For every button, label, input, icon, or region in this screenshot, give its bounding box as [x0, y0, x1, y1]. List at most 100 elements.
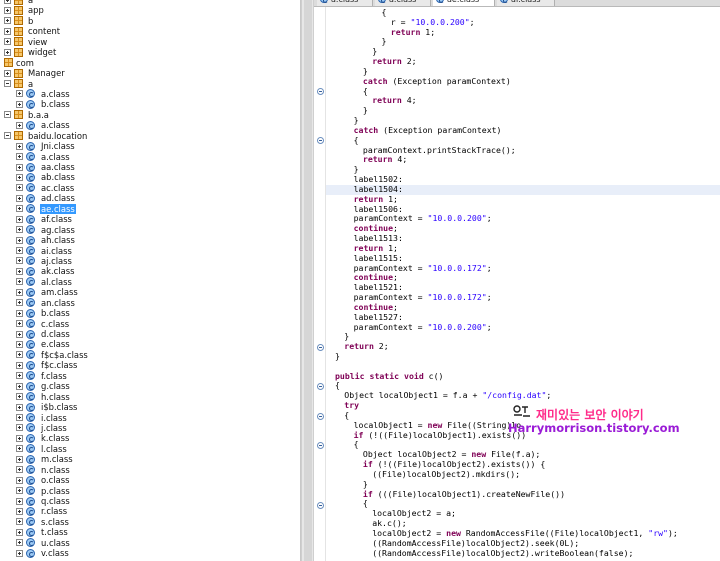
tree-item[interactable]: view [0, 37, 300, 47]
code-editor[interactable]: a.classa.classae.classaf.class {r = "10.… [314, 0, 720, 561]
expand-icon[interactable] [16, 340, 23, 348]
expand-icon[interactable] [16, 466, 23, 474]
tree-item[interactable]: al.class [0, 277, 300, 287]
tree-item[interactable]: an.class [0, 298, 300, 308]
tree-item[interactable]: a.class [0, 152, 300, 162]
tree-item[interactable]: widget [0, 47, 300, 57]
expand-icon[interactable] [16, 476, 23, 484]
expand-icon[interactable] [16, 184, 23, 192]
tree-scrollbar-thumb[interactable] [304, 0, 312, 561]
tree-item[interactable]: i.class [0, 413, 300, 423]
tree-item[interactable]: f$c$a.class [0, 350, 300, 360]
expand-icon[interactable] [16, 288, 23, 296]
expand-icon[interactable] [16, 361, 23, 369]
expand-icon[interactable] [16, 487, 23, 495]
expand-icon[interactable] [16, 539, 23, 547]
tree-item[interactable]: baidu.location [0, 131, 300, 141]
tree-item[interactable]: app [0, 5, 300, 15]
fold-toggle-icon[interactable] [317, 383, 324, 391]
expand-icon[interactable] [16, 142, 23, 150]
expand-icon[interactable] [16, 153, 23, 161]
expand-icon[interactable] [16, 90, 23, 98]
tree-item[interactable]: ai.class [0, 246, 300, 256]
tree-item[interactable]: aj.class [0, 256, 300, 266]
fold-toggle-icon[interactable] [317, 501, 324, 509]
tree-item[interactable]: d.class [0, 329, 300, 339]
expand-icon[interactable] [16, 100, 23, 108]
expand-icon[interactable] [16, 320, 23, 328]
tree-item[interactable]: p.class [0, 486, 300, 496]
tree-item[interactable]: c.class [0, 319, 300, 329]
tree-item[interactable]: ab.class [0, 172, 300, 182]
tree-item[interactable]: ad.class [0, 193, 300, 203]
expand-icon[interactable] [16, 455, 23, 463]
tree-item[interactable]: ag.class [0, 225, 300, 235]
expand-icon[interactable] [4, 6, 11, 14]
expand-icon[interactable] [16, 299, 23, 307]
expand-icon[interactable] [16, 330, 23, 338]
tree-item[interactable]: f.class [0, 371, 300, 381]
expand-icon[interactable] [4, 48, 11, 56]
tree-item[interactable]: ae.class [0, 203, 300, 215]
tree-item[interactable]: a.class [0, 89, 300, 99]
tree-item[interactable]: t.class [0, 527, 300, 537]
fold-toggle-icon[interactable] [317, 88, 324, 96]
tree-item[interactable]: m.class [0, 454, 300, 464]
collapse-icon[interactable] [4, 132, 11, 140]
expand-icon[interactable] [16, 205, 23, 213]
tree-item[interactable]: s.class [0, 517, 300, 527]
expand-icon[interactable] [16, 257, 23, 265]
tree-item[interactable]: f$c.class [0, 360, 300, 370]
expand-icon[interactable] [16, 226, 23, 234]
expand-icon[interactable] [16, 445, 23, 453]
fold-toggle-icon[interactable] [317, 412, 324, 420]
expand-icon[interactable] [16, 309, 23, 317]
tree-item[interactable]: l.class [0, 444, 300, 454]
expand-icon[interactable] [4, 38, 11, 46]
tree-item[interactable]: am.class [0, 287, 300, 297]
expand-icon[interactable] [16, 518, 23, 526]
tree-item[interactable]: g.class [0, 381, 300, 391]
tree-item[interactable]: h.class [0, 392, 300, 402]
expand-icon[interactable] [4, 17, 11, 25]
tree-item[interactable]: af.class [0, 214, 300, 224]
tree-item[interactable]: com [0, 58, 300, 68]
expand-icon[interactable] [16, 163, 23, 171]
expand-icon[interactable] [16, 194, 23, 202]
tree-item[interactable]: a.class [0, 120, 300, 130]
expand-icon[interactable] [16, 382, 23, 390]
tree-item[interactable]: u.class [0, 538, 300, 548]
tree-item[interactable]: b [0, 16, 300, 26]
tree-item[interactable]: b.class [0, 308, 300, 318]
expand-icon[interactable] [16, 351, 23, 359]
collapse-icon[interactable] [4, 80, 11, 87]
expand-icon[interactable] [16, 121, 23, 129]
expand-icon[interactable] [16, 507, 23, 515]
tree-item[interactable]: b.class [0, 99, 300, 109]
editor-tab[interactable]: ae.class [433, 0, 495, 6]
tree-item[interactable]: k.class [0, 433, 300, 443]
expand-icon[interactable] [16, 414, 23, 421]
code-area[interactable]: {r = "10.0.0.200"; return 1;}} return 2;} c… [326, 7, 720, 558]
tree-scrollbar[interactable] [301, 0, 314, 561]
expand-icon[interactable] [4, 27, 11, 35]
tree-item[interactable]: aa.class [0, 162, 300, 172]
tree-item[interactable]: v.class [0, 548, 300, 558]
fold-toggle-icon[interactable] [317, 137, 324, 145]
expand-icon[interactable] [4, 69, 11, 77]
editor-tab[interactable]: af.class [497, 0, 555, 6]
expand-icon[interactable] [16, 267, 23, 275]
expand-icon[interactable] [4, 0, 11, 4]
tree-item[interactable]: Jni.class [0, 141, 300, 151]
expand-icon[interactable] [16, 372, 23, 380]
tree-item[interactable]: o.class [0, 475, 300, 485]
tree-item[interactable]: j.class [0, 423, 300, 433]
tree-item[interactable]: q.class [0, 496, 300, 506]
expand-icon[interactable] [16, 497, 23, 505]
collapse-icon[interactable] [4, 111, 11, 119]
package-tree[interactable]: a app b content view widget com Manager a a.class… [0, 0, 301, 561]
tree-item[interactable]: content [0, 26, 300, 36]
expand-icon[interactable] [16, 215, 23, 223]
expand-icon[interactable] [16, 247, 23, 254]
tree-item[interactable]: a [0, 79, 300, 89]
